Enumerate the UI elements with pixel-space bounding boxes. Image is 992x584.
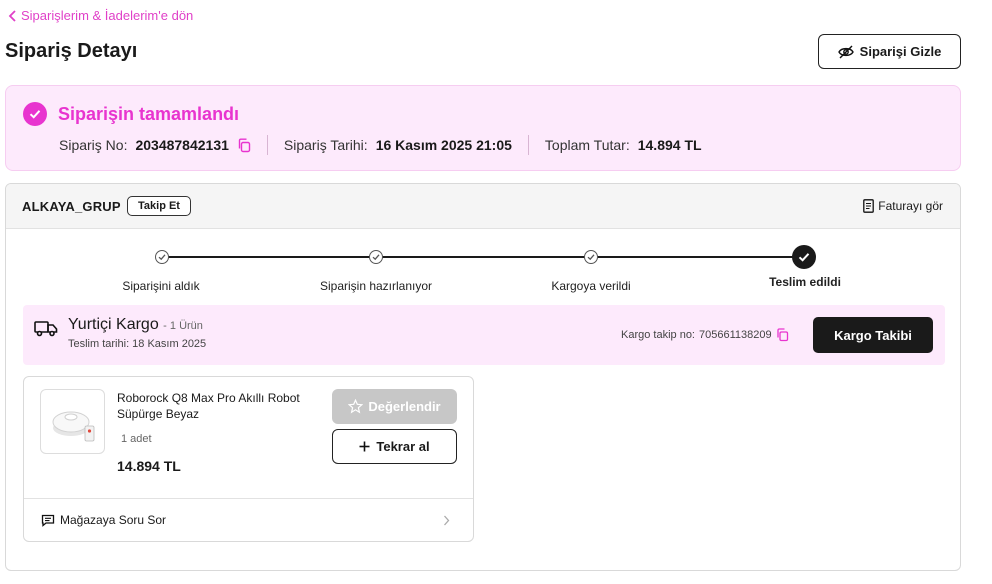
order-date-value: 16 Kasım 2025 21:05 bbox=[375, 137, 512, 153]
step-check-icon bbox=[155, 250, 169, 264]
check-circle-icon bbox=[23, 102, 47, 126]
chevron-right-icon[interactable] bbox=[443, 515, 450, 526]
carrier-name: Yurtiçi Kargo - 1 Ürün bbox=[68, 316, 203, 334]
buy-again-button[interactable]: Tekrar al bbox=[332, 429, 457, 464]
track-shipment-button[interactable]: Kargo Takibi bbox=[813, 317, 933, 353]
order-date: Sipariş Tarihi: 16 Kasım 2025 21:05 bbox=[284, 137, 512, 153]
progress-line bbox=[162, 256, 804, 258]
product-name[interactable]: Roborock Q8 Max Pro Akıllı Robot Süpürge… bbox=[117, 390, 317, 422]
order-no-label: Sipariş No: bbox=[59, 137, 128, 153]
ask-store-label: Mağazaya Soru Sor bbox=[60, 513, 167, 527]
seller-header: ALKAYA_GRUP Takip Et Faturayı gör bbox=[6, 184, 960, 229]
rate-label: Değerlendir bbox=[368, 399, 441, 414]
product-price: 14.894 TL bbox=[117, 458, 181, 474]
tracking-number: Kargo takip no: 705661138209 bbox=[621, 328, 789, 342]
total-value: 14.894 TL bbox=[637, 137, 702, 153]
product-image[interactable] bbox=[40, 389, 105, 454]
order-number: Sipariş No: 203487842131 bbox=[59, 137, 251, 153]
order-progress-tracker: Siparişini aldık Siparişin hazırlanıyor … bbox=[6, 230, 960, 300]
plus-icon bbox=[359, 441, 370, 452]
truck-icon bbox=[34, 321, 58, 337]
step-check-icon bbox=[369, 250, 383, 264]
order-status-banner: Siparişin tamamlandı Sipariş No: 2034878… bbox=[5, 85, 961, 171]
copy-icon[interactable] bbox=[776, 328, 789, 342]
tracking-label: Kargo takip no: bbox=[621, 329, 695, 341]
status-title: Siparişin tamamlandı bbox=[58, 104, 240, 124]
meta-divider bbox=[266, 135, 268, 155]
shipment-box: Yurtiçi Kargo - 1 Ürün Teslim tarihi: 18… bbox=[23, 305, 945, 365]
seller-name[interactable]: ALKAYA_GRUP bbox=[22, 199, 121, 214]
order-date-label: Sipariş Tarihi: bbox=[283, 137, 368, 153]
divider bbox=[24, 498, 473, 499]
back-link-label: Siparişlerim & İadelerim'e dön bbox=[21, 8, 194, 23]
meta-divider bbox=[527, 135, 529, 155]
ask-store-link[interactable]: Mağazaya Soru Sor bbox=[41, 513, 166, 527]
chat-icon bbox=[41, 514, 55, 527]
step-label: Siparişin hazırlanıyor bbox=[319, 279, 433, 293]
order-meta: Sipariş No: 203487842131 Sipariş Tarihi:… bbox=[59, 135, 702, 155]
carrier-name-text: Yurtiçi Kargo bbox=[68, 316, 159, 333]
document-icon bbox=[863, 199, 875, 213]
chevron-left-icon bbox=[8, 9, 16, 22]
star-icon bbox=[348, 399, 364, 414]
page-title: Sipariş Detayı bbox=[5, 40, 138, 62]
eye-off-icon bbox=[837, 45, 854, 58]
step-label: Siparişini aldık bbox=[122, 279, 200, 293]
view-invoice-link[interactable]: Faturayı gör bbox=[863, 199, 943, 213]
hide-order-button[interactable]: Siparişi Gizle bbox=[818, 34, 961, 69]
copy-icon[interactable] bbox=[237, 138, 251, 153]
invoice-label: Faturayı gör bbox=[878, 199, 943, 213]
step-label: Kargoya verildi bbox=[551, 279, 631, 293]
buy-again-label: Tekrar al bbox=[376, 439, 430, 454]
seller-order-card: ALKAYA_GRUP Takip Et Faturayı gör Sipari… bbox=[5, 183, 961, 571]
order-total: Toplam Tutar: 14.894 TL bbox=[545, 137, 702, 153]
robot-vacuum-image bbox=[52, 411, 94, 441]
total-label: Toplam Tutar: bbox=[544, 137, 630, 153]
step-complete-icon bbox=[792, 245, 816, 269]
tracking-value: 705661138209 bbox=[699, 329, 772, 341]
order-no-value: 203487842131 bbox=[135, 137, 229, 153]
product-card: Roborock Q8 Max Pro Akıllı Robot Süpürge… bbox=[23, 376, 474, 542]
product-quantity: 1 adet bbox=[121, 433, 152, 445]
step-check-icon bbox=[584, 250, 598, 264]
item-count: - 1 Ürün bbox=[163, 320, 203, 332]
rate-product-button[interactable]: Değerlendir bbox=[332, 389, 457, 424]
delivery-date: Teslim tarihi: 18 Kasım 2025 bbox=[68, 338, 207, 350]
follow-seller-button[interactable]: Takip Et bbox=[127, 196, 191, 216]
hide-order-label: Siparişi Gizle bbox=[859, 44, 942, 59]
back-to-orders-link[interactable]: Siparişlerim & İadelerim'e dön bbox=[8, 8, 193, 23]
step-label-active: Teslim edildi bbox=[769, 275, 841, 289]
